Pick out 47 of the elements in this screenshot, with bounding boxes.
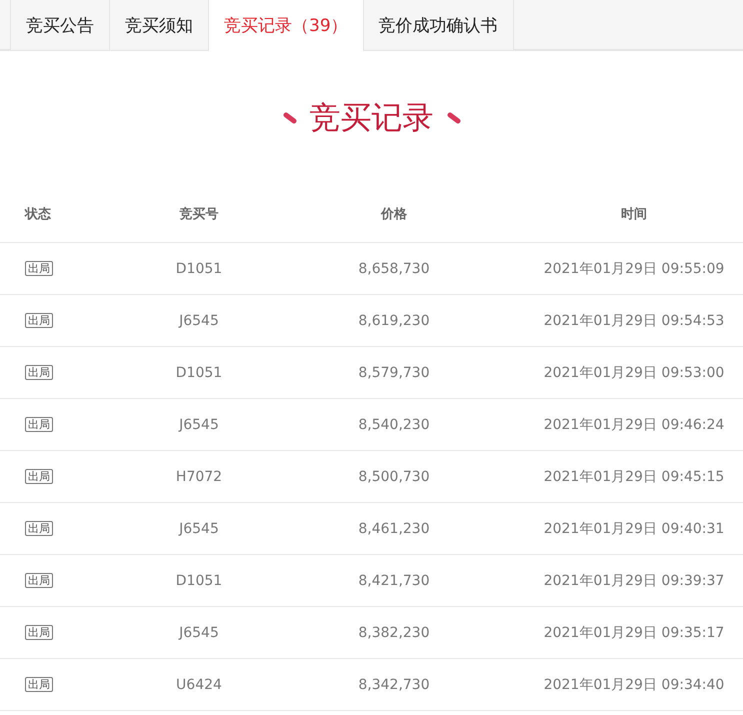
table-cell: 2021年01月29日 09:46:24	[544, 416, 724, 434]
table-cell: J6545	[179, 416, 219, 432]
table-cell: 8,579,730	[358, 364, 430, 380]
status-badge: 出局	[25, 261, 53, 276]
dash-icon	[446, 112, 460, 124]
status-badge: 出局	[25, 573, 53, 588]
dash-icon	[282, 112, 296, 124]
section-title: 竞买记录	[310, 99, 434, 138]
table-cell: 8,421,730	[358, 572, 430, 588]
table-cell: 2021年01月29日 09:54:53	[544, 312, 724, 330]
column-header: 状态	[25, 206, 51, 222]
status-badge: 出局	[25, 677, 53, 692]
status-badge: 出局	[25, 313, 53, 328]
table-cell: 8,540,230	[358, 416, 430, 432]
tab[interactable]: 竞买公告	[10, 0, 109, 50]
table-cell: J6545	[179, 312, 219, 328]
table-cell: 2021年01月29日 09:40:31	[544, 520, 724, 538]
status-badge: 出局	[25, 417, 53, 432]
column-header: 时间	[621, 206, 647, 222]
table-cell: 2021年01月29日 09:45:15	[544, 468, 724, 486]
table-cell: D1051	[176, 364, 222, 380]
table-cell: J6545	[179, 624, 219, 640]
column-header: 价格	[381, 206, 407, 222]
status-badge: 出局	[25, 365, 53, 380]
table-cell: 2021年01月29日 09:39:37	[544, 572, 724, 590]
table-cell: 8,342,730	[358, 676, 430, 692]
table-cell: U6424	[176, 676, 222, 692]
table-cell: 2021年01月29日 09:53:00	[544, 364, 724, 382]
tab[interactable]: 竞价成功确认书	[362, 0, 514, 50]
table-cell: D1051	[176, 260, 222, 276]
table-cell: 8,500,730	[358, 468, 430, 484]
status-badge: 出局	[25, 521, 53, 536]
table-cell: J6545	[179, 520, 219, 536]
table-cell: 8,382,230	[358, 624, 430, 640]
table-cell: 8,658,730	[358, 260, 430, 276]
tab[interactable]: 竞买须知	[109, 0, 208, 50]
table-cell: 8,619,230	[358, 312, 430, 328]
table-cell: 2021年01月29日 09:34:40	[544, 676, 724, 694]
column-header: 竞买号	[180, 206, 218, 222]
table-cell: H7072	[176, 468, 222, 484]
table-cell: D1051	[176, 572, 222, 588]
table-cell: 2021年01月29日 09:35:17	[544, 624, 724, 642]
table-cell: 2021年01月29日 09:55:09	[544, 260, 724, 278]
status-badge: 出局	[25, 625, 53, 640]
status-badge: 出局	[25, 469, 53, 484]
table-cell: 8,461,230	[358, 520, 430, 536]
tab[interactable]: 竞买记录（39）	[208, 0, 363, 51]
